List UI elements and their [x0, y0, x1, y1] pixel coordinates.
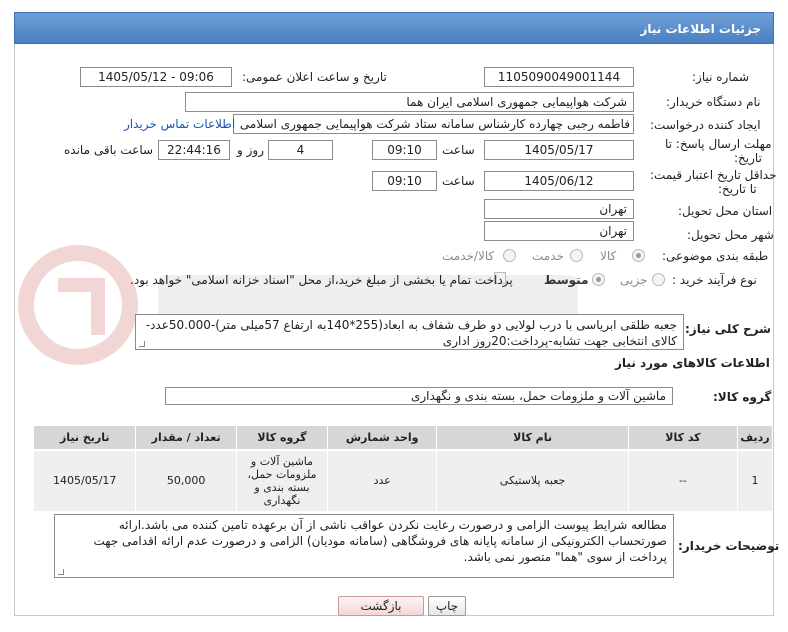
reply-deadline-date-label: تاریخ:: [734, 151, 762, 165]
col-group: گروه کالا: [235, 425, 329, 451]
process-minor-label: جزیی: [620, 273, 648, 287]
remaining-days-value: 4: [268, 140, 333, 160]
days-label: روز و: [237, 143, 264, 157]
city-value: تهران: [484, 221, 634, 241]
cell-quantity: 50,000: [135, 449, 237, 512]
goods-group-label: گروه کالا:: [713, 390, 772, 404]
col-row: ردیف: [736, 425, 774, 451]
description-resize-handle[interactable]: [139, 341, 145, 347]
creator-label: ایجاد کننده درخواست:: [650, 118, 761, 132]
page-title: جزئیات اطلاعات نیاز: [14, 12, 774, 44]
goods-table: ردیف کد کالا نام کالا واحد شمارش گروه کا…: [32, 425, 774, 512]
description-text: جعبه طلقی ابریاسی با درب لولایی دو طرف ش…: [135, 314, 684, 350]
process-minor-radio[interactable]: [652, 273, 665, 286]
creator-value: فاطمه رجبی چهارده کارشناس سامانه ستاد شر…: [233, 114, 634, 134]
goods-group-value: ماشین آلات و ملزومات حمل، بسته بندی و نگ…: [165, 387, 673, 405]
category-goods-radio[interactable]: [632, 249, 645, 262]
reply-time-label: ساعت: [442, 143, 475, 157]
buyer-notes-text: مطالعه شرایط پیوست الزامی و درصورت رعایت…: [54, 514, 674, 578]
cell-group: ماشین آلات و ملزومات حمل، بسته بندی و نگ…: [235, 449, 329, 512]
cell-code: --: [627, 449, 738, 512]
price-date-value: 1405/06/12: [484, 171, 634, 191]
goods-section-title: اطلاعات کالاهای مورد نیاز: [615, 356, 770, 370]
need-number-label: شماره نیاز:: [692, 70, 749, 84]
process-type-label: نوع فرآیند خرید :: [672, 273, 757, 287]
category-goods-service-label: کالا/خدمت: [442, 249, 495, 263]
description-label: شرح کلی نیاز:: [685, 322, 771, 336]
category-goods-label: کالا: [600, 249, 617, 263]
category-service-label: خدمت: [532, 249, 564, 263]
price-time-label: ساعت: [442, 174, 475, 188]
need-number-value: 1105090049001144: [484, 67, 634, 87]
reply-time-value: 09:10: [372, 140, 437, 160]
col-unit: واحد شمارش: [327, 425, 438, 451]
city-label: شهر محل تحویل:: [687, 228, 774, 242]
buyer-value: شرکت هواپیمایی جمهوری اسلامی ایران هما: [185, 92, 634, 112]
cell-row: 1: [736, 449, 774, 512]
category-label: طبقه بندی موضوعی:: [662, 249, 769, 263]
category-service-radio[interactable]: [570, 249, 583, 262]
buyer-label: نام دستگاه خریدار:: [666, 95, 761, 109]
process-medium-radio[interactable]: [592, 273, 605, 286]
announce-value: 1405/05/12 - 09:06: [80, 67, 232, 87]
col-quantity: تعداد / مقدار: [135, 425, 237, 451]
remaining-time-value: 22:44:16: [158, 140, 230, 160]
price-validity-date-label: تا تاریخ:: [718, 182, 757, 196]
remaining-time-label: ساعت باقی مانده: [64, 143, 154, 157]
province-value: تهران: [484, 199, 634, 219]
col-name: نام کالا: [436, 425, 629, 451]
buyer-notes-label: توضیحات خریدار:: [678, 539, 780, 553]
reply-date-value: 1405/05/17: [484, 140, 634, 160]
buyer-notes-resize-handle[interactable]: [58, 569, 64, 575]
price-validity-label: حداقل تاریخ اعتبار قیمت:: [650, 168, 777, 182]
table-row: 1 -- جعبه پلاستیکی عدد ماشین آلات و ملزو…: [32, 449, 774, 512]
col-code: کد کالا: [627, 425, 738, 451]
process-medium-label: متوسط: [544, 273, 589, 287]
cell-name: جعبه پلاستیکی: [436, 449, 629, 512]
cell-need-date: 1405/05/17: [32, 449, 137, 512]
category-goods-service-radio[interactable]: [503, 249, 516, 262]
print-button[interactable]: چاپ: [428, 596, 466, 616]
reply-deadline-label: مهلت ارسال پاسخ: تا: [665, 137, 772, 151]
col-need-date: تاریخ نیاز: [32, 425, 137, 451]
province-label: استان محل تحویل:: [678, 204, 773, 218]
buyer-contact-link[interactable]: اطلاعات تماس خریدار: [124, 117, 235, 131]
cell-unit: عدد: [327, 449, 438, 512]
price-time-value: 09:10: [372, 171, 437, 191]
treasury-text: پرداخت تمام یا بخشی از مبلغ خرید،از محل …: [130, 273, 513, 287]
announce-label: تاریخ و ساعت اعلان عمومی:: [242, 70, 387, 84]
back-button[interactable]: بازگشت: [338, 596, 424, 616]
